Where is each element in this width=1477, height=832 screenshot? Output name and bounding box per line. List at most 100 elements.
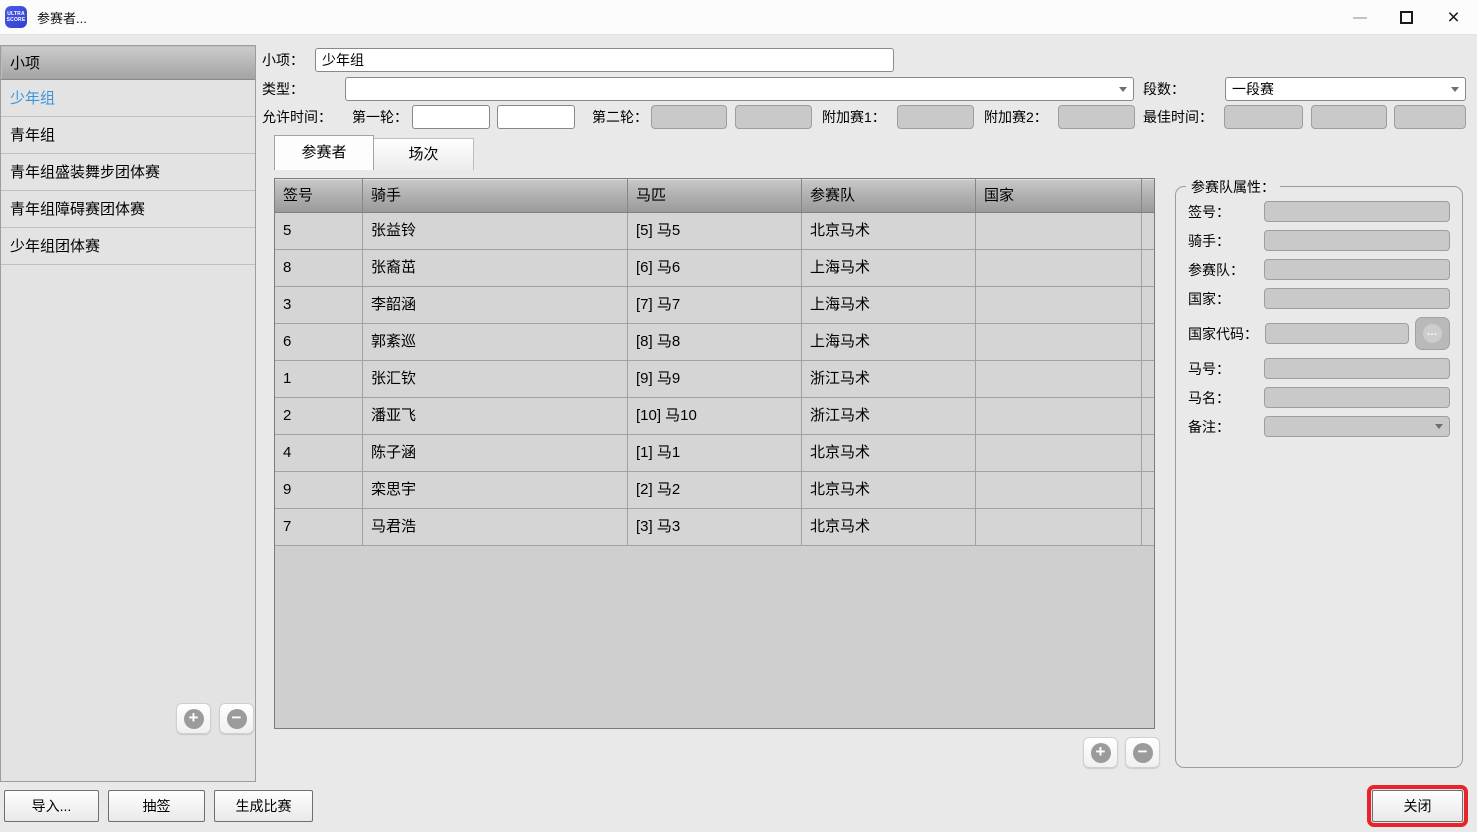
team-properties-panel: 参赛队属性： 签号：骑手：参赛队：国家：国家代码：…马号：马名：备注： — [1175, 186, 1463, 768]
column-header[interactable]: 马匹 — [628, 179, 802, 212]
property-input — [1264, 358, 1450, 379]
table-cell: [9] 马9 — [628, 361, 802, 398]
table-cell: 北京马术 — [802, 213, 976, 250]
table-cell: [2] 马2 — [628, 472, 802, 509]
table-cell: 北京马术 — [802, 435, 976, 472]
table-cell: 上海马术 — [802, 287, 976, 324]
table-row[interactable]: 8张裔茁[6] 马6上海马术 — [275, 250, 1154, 287]
minus-icon: − — [1133, 743, 1153, 763]
column-header[interactable]: 骑手 — [363, 179, 628, 212]
table-cell: 5 — [275, 213, 363, 250]
best-time-label: 最佳时间： — [1143, 105, 1213, 129]
browse-button[interactable]: … — [1415, 317, 1450, 350]
generate-competition-button[interactable]: 生成比赛 — [214, 790, 313, 822]
property-label: 国家代码： — [1188, 324, 1258, 344]
participants-table-buttons: + − — [1083, 737, 1160, 768]
property-input — [1264, 288, 1450, 309]
property-label: 骑手： — [1188, 231, 1230, 251]
window-title: 参赛者... — [37, 8, 87, 27]
participants-table: 签号骑手马匹参赛队国家 5张益铃[5] 马5北京马术8张裔茁[6] 马6上海马术… — [274, 178, 1155, 729]
close-button[interactable]: 关闭 — [1372, 790, 1463, 822]
table-cell — [976, 213, 1142, 250]
property-row: 备注： — [1188, 416, 1450, 437]
phase-dropdown[interactable]: 一段赛 — [1225, 77, 1466, 101]
type-label: 类型： — [262, 77, 304, 101]
properties-fields: 签号：骑手：参赛队：国家：国家代码：…马号：马名：备注： — [1176, 193, 1462, 437]
table-cell — [976, 509, 1142, 546]
sidebar-item-4[interactable]: 青年组障碍赛团体赛 — [1, 191, 255, 228]
column-header[interactable]: 国家 — [976, 179, 1142, 212]
round1-time1-input[interactable] — [412, 105, 490, 129]
table-cell: 浙江马术 — [802, 361, 976, 398]
tab-participants[interactable]: 参赛者 — [274, 135, 374, 170]
column-header[interactable]: 参赛队 — [802, 179, 976, 212]
tabstrip: 参赛者 场次 — [274, 135, 474, 170]
table-cell-filler — [1142, 472, 1154, 509]
draw-lots-button[interactable]: 抽签 — [108, 790, 205, 822]
table-row[interactable]: 7马君浩[3] 马3北京马术 — [275, 509, 1154, 546]
minimize-button[interactable] — [1336, 0, 1383, 35]
tab-sessions[interactable]: 场次 — [374, 138, 474, 170]
sidebar-item-1[interactable]: 少年组 — [1, 80, 255, 117]
table-cell: [10] 马10 — [628, 398, 802, 435]
table-cell-filler — [1142, 398, 1154, 435]
table-cell: 浙江马术 — [802, 398, 976, 435]
type-dropdown[interactable] — [345, 77, 1134, 101]
table-row[interactable]: 9栾思宇[2] 马2北京马术 — [275, 472, 1154, 509]
table-row[interactable]: 6郭紊巡[8] 马8上海马术 — [275, 324, 1154, 361]
round1-time2-input[interactable] — [497, 105, 575, 129]
property-label: 马名： — [1188, 388, 1230, 408]
property-input — [1264, 230, 1450, 251]
titlebar: ULTRA SCORE 参赛者... × — [0, 0, 1477, 35]
table-cell: 马君浩 — [363, 509, 628, 546]
table-cell — [976, 250, 1142, 287]
sidebar-item-5[interactable]: 少年组团体赛 — [1, 228, 255, 265]
minimize-icon — [1353, 17, 1367, 19]
table-header-row: 签号骑手马匹参赛队国家 — [275, 179, 1154, 213]
table-cell: 潘亚飞 — [363, 398, 628, 435]
property-row: 参赛队： — [1188, 259, 1450, 280]
table-cell — [976, 472, 1142, 509]
table-cell: 陈子涵 — [363, 435, 628, 472]
event-name-input[interactable]: 少年组 — [315, 48, 894, 72]
table-cell: 1 — [275, 361, 363, 398]
best-time2-input — [1311, 105, 1387, 129]
round2-time1-input — [651, 105, 727, 129]
property-label: 国家： — [1188, 289, 1230, 309]
table-cell — [976, 398, 1142, 435]
table-cell: 3 — [275, 287, 363, 324]
table-cell: 郭紊巡 — [363, 324, 628, 361]
column-header[interactable]: 签号 — [275, 179, 363, 212]
table-row[interactable]: 1张汇钦[9] 马9浙江马术 — [275, 361, 1154, 398]
table-cell: 上海马术 — [802, 324, 976, 361]
table-row[interactable]: 5张益铃[5] 马5北京马术 — [275, 213, 1154, 250]
chevron-down-icon — [1435, 424, 1443, 429]
remove-participant-button[interactable]: − — [1125, 737, 1160, 768]
ellipsis-icon: … — [1423, 324, 1442, 343]
plus-icon: + — [1091, 743, 1111, 763]
property-row: 骑手： — [1188, 230, 1450, 251]
table-cell: 6 — [275, 324, 363, 361]
phase-label: 段数： — [1143, 77, 1185, 101]
add-participant-button[interactable]: + — [1083, 737, 1118, 768]
add-event-button[interactable]: + — [176, 703, 211, 734]
property-input — [1264, 201, 1450, 222]
remove-event-button[interactable]: − — [219, 703, 254, 734]
property-row: 马名： — [1188, 387, 1450, 408]
table-cell: [6] 马6 — [628, 250, 802, 287]
sidebar-item-3[interactable]: 青年组盛装舞步团体赛 — [1, 154, 255, 191]
chevron-down-icon — [1451, 87, 1459, 92]
table-row[interactable]: 3李韶涵[7] 马7上海马术 — [275, 287, 1154, 324]
property-label: 签号： — [1188, 202, 1230, 222]
table-cell: 栾思宇 — [363, 472, 628, 509]
table-cell: 8 — [275, 250, 363, 287]
table-row[interactable]: 2潘亚飞[10] 马10浙江马术 — [275, 398, 1154, 435]
table-row[interactable]: 4陈子涵[1] 马1北京马术 — [275, 435, 1154, 472]
import-button[interactable]: 导入... — [4, 790, 99, 822]
sidebar-item-2[interactable]: 青年组 — [1, 117, 255, 154]
close-icon: × — [1447, 7, 1459, 28]
maximize-button[interactable] — [1383, 0, 1430, 35]
table-cell: 上海马术 — [802, 250, 976, 287]
table-cell: 7 — [275, 509, 363, 546]
close-window-button[interactable]: × — [1430, 0, 1477, 35]
